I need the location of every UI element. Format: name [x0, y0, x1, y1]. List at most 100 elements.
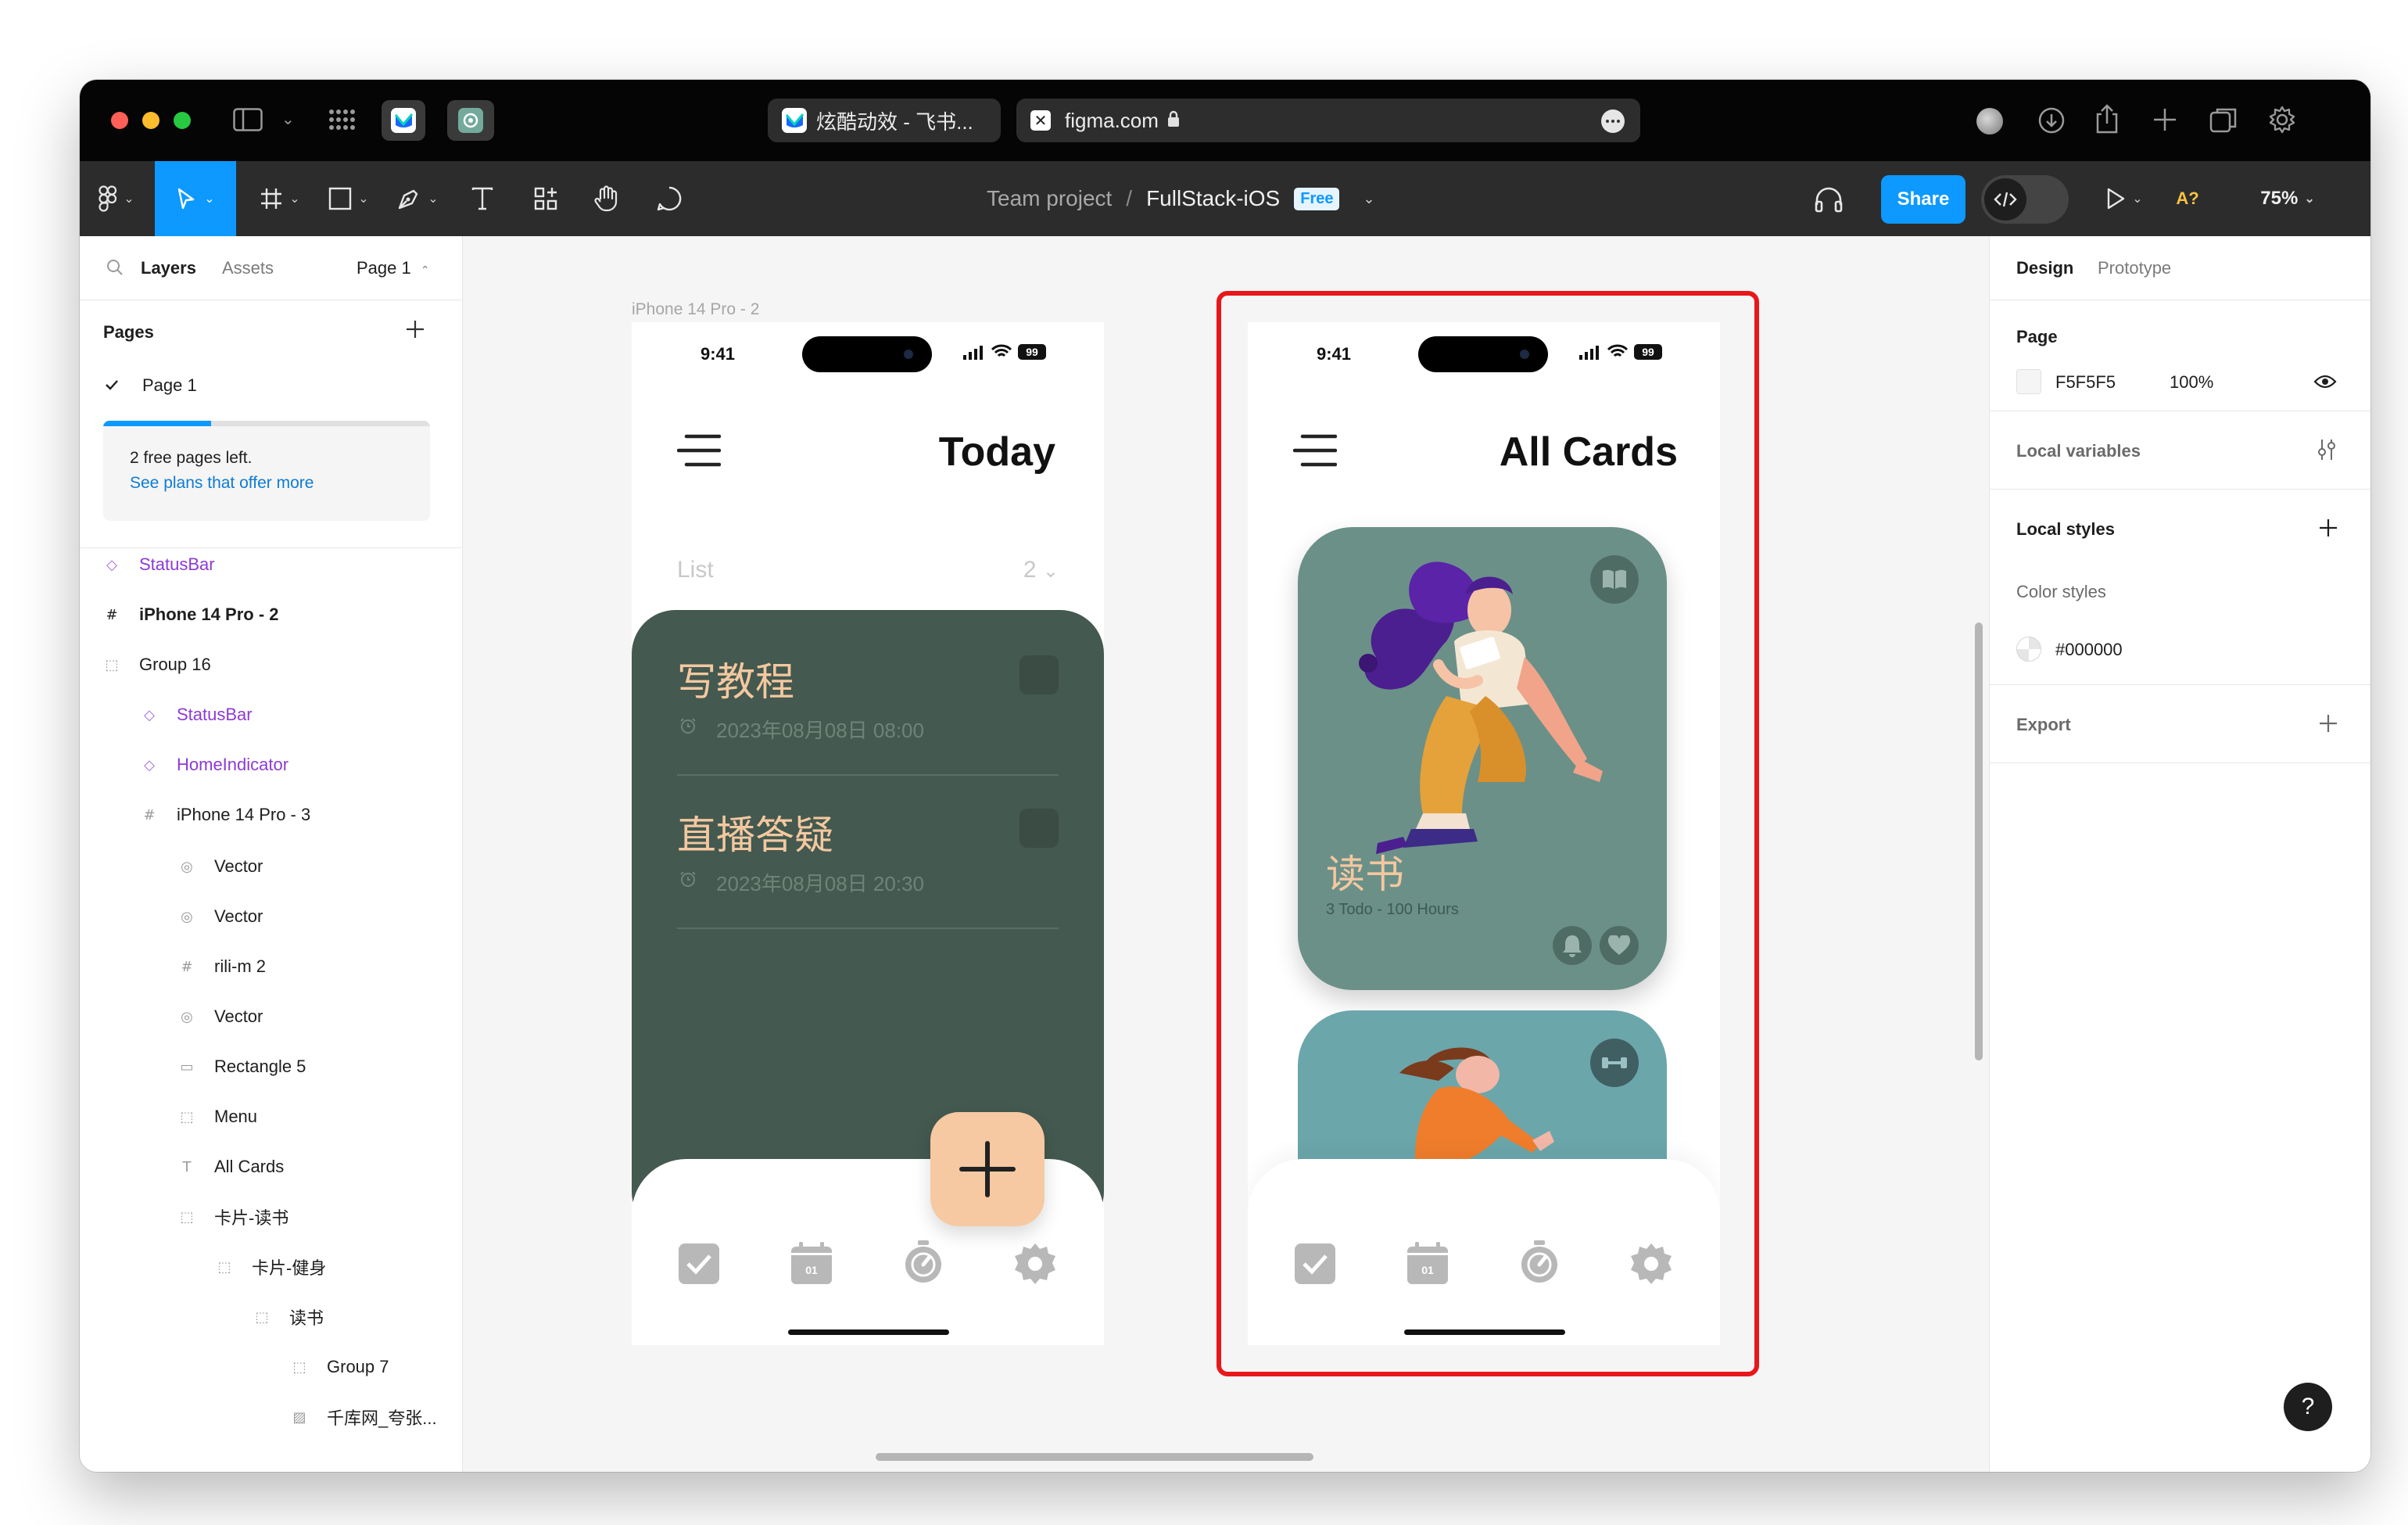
task-item[interactable]: 写教程 2023年08月08日 08:00 — [677, 651, 1059, 776]
hamburger-menu-icon[interactable] — [676, 433, 722, 472]
close-window-button[interactable] — [111, 112, 128, 129]
layer-row[interactable]: ◎ Vector — [80, 992, 462, 1042]
page-color-swatch[interactable] — [2016, 369, 2041, 394]
layer-row[interactable]: ⬚ Group 16 — [80, 640, 462, 690]
list-count[interactable]: 2 ⌄ — [1023, 557, 1059, 583]
sidebar-toggle-icon[interactable] — [233, 108, 263, 135]
team-project-link[interactable]: Team project — [987, 186, 1112, 211]
chevron-down-icon[interactable]: ⌄ — [1363, 191, 1374, 207]
horizontal-scrollbar[interactable] — [876, 1453, 1313, 1461]
layer-row[interactable]: ◇ StatusBar — [80, 540, 462, 590]
page-opacity-value[interactable]: 100% — [2170, 372, 2213, 393]
design-canvas[interactable]: iPhone 14 Pro - 2 9:41 99 Today List 2 ⌄… — [463, 236, 1989, 1472]
color-style-value[interactable]: #000000 — [2055, 640, 2123, 660]
dev-mode-toggle[interactable] — [1981, 175, 2069, 224]
layer-row[interactable]: ▭ Rectangle 5 — [80, 1042, 462, 1092]
figma-toolbar: ⌄ ⌄ ⌄ ⌄ ⌄ Team project / FullStack-iOS F… — [80, 161, 2370, 236]
cursor-icon — [178, 188, 195, 210]
present-button[interactable]: ⌄ — [2097, 161, 2152, 236]
settings-gear-icon[interactable] — [2267, 105, 2297, 138]
layer-row[interactable]: ⬚ 卡片-健身 — [80, 1242, 462, 1292]
variables-adjust-icon[interactable] — [2317, 438, 2337, 466]
text-tool[interactable] — [455, 161, 510, 236]
share-button[interactable]: Share — [1881, 175, 1965, 224]
frame-label[interactable]: iPhone 14 Pro - 2 — [632, 300, 759, 319]
feishu-pinned-tab-icon[interactable] — [382, 100, 425, 141]
page-section: Page F5F5F5 100% — [1990, 300, 2370, 411]
move-tool[interactable]: ⌄ — [155, 161, 236, 236]
layer-row[interactable]: ⬚ Group 7 — [80, 1342, 462, 1392]
page-selector[interactable]: Page 1 ⌃ — [357, 258, 430, 278]
frame-tool[interactable]: ⌄ — [250, 161, 310, 236]
download-icon[interactable] — [2037, 106, 2066, 138]
layer-row[interactable]: # iPhone 14 Pro - 3 — [80, 790, 462, 840]
page-item-page-1[interactable]: Page 1 — [80, 361, 462, 410]
tab-design[interactable]: Design — [2016, 258, 2073, 278]
vertical-scrollbar[interactable] — [1975, 623, 1983, 1060]
tab-layers[interactable]: Layers — [141, 258, 196, 278]
layer-row[interactable]: ▨ 千库网_夸张... — [80, 1392, 462, 1442]
layer-row[interactable]: ⬚ 卡片-读书 — [80, 1192, 462, 1242]
tab-overview-icon[interactable] — [2209, 106, 2238, 138]
share-icon[interactable] — [2094, 103, 2120, 138]
share-label: Share — [1897, 188, 1950, 210]
pen-tool[interactable]: ⌄ — [386, 161, 449, 236]
main-menu-button[interactable]: ⌄ — [89, 161, 144, 236]
audio-headphones-icon[interactable] — [1814, 186, 1844, 217]
new-tab-icon[interactable] — [2152, 106, 2178, 136]
chatgpt-pinned-tab-icon[interactable] — [447, 100, 494, 141]
layer-row[interactable]: ◇ HomeIndicator — [80, 740, 462, 790]
task-checkbox[interactable] — [1019, 809, 1059, 848]
task-checkbox[interactable] — [1019, 655, 1059, 694]
layer-name: Vector — [214, 906, 263, 926]
tab-title: 炫酷动效 - 飞书... — [816, 109, 973, 134]
comment-tool[interactable] — [638, 161, 701, 236]
group-icon: ⬚ — [105, 656, 119, 673]
color-style-swatch[interactable] — [2016, 637, 2041, 662]
tab-settings-icon[interactable] — [1013, 1242, 1057, 1290]
task-time: 2023年08月08日 08:00 — [716, 719, 924, 742]
layer-row[interactable]: # iPhone 14 Pro - 2 — [80, 590, 462, 640]
tab-todo-check-icon[interactable] — [679, 1243, 719, 1288]
iphone-frame-today[interactable]: 9:41 99 Today List 2 ⌄ 写教程 2023年08月08日 0… — [632, 322, 1104, 1345]
tab-assets[interactable]: Assets — [222, 258, 274, 278]
add-style-icon[interactable] — [2318, 518, 2338, 543]
chevron-down-icon[interactable]: ⌄ — [281, 109, 295, 128]
feishu-icon — [782, 108, 807, 133]
zoom-window-button[interactable] — [174, 112, 191, 129]
file-name[interactable]: FullStack-iOS — [1146, 186, 1280, 211]
layer-row[interactable]: ◎ Vector — [80, 892, 462, 942]
layer-row[interactable]: ◇ StatusBar — [80, 690, 462, 740]
tab-prototype[interactable]: Prototype — [2098, 258, 2171, 278]
layer-row[interactable]: T All Cards — [80, 1142, 462, 1192]
resources-tool[interactable] — [516, 161, 575, 236]
search-icon[interactable] — [106, 259, 124, 281]
page-color-value[interactable]: F5F5F5 — [2055, 372, 2116, 393]
layer-row[interactable]: ⬚ Menu — [80, 1092, 462, 1142]
browser-tab-feishu[interactable]: 炫酷动效 - 飞书... — [768, 99, 1001, 142]
help-button[interactable]: ? — [2284, 1383, 2332, 1431]
shape-tool[interactable]: ⌄ — [319, 161, 378, 236]
ai-check-button[interactable]: A? — [2164, 161, 2211, 236]
tab-timer-icon[interactable] — [904, 1240, 943, 1288]
layer-row[interactable]: ⬚ 读书 — [80, 1292, 462, 1342]
layer-row[interactable]: ◎ Vector — [80, 841, 462, 892]
add-export-icon[interactable] — [2318, 713, 2338, 738]
profile-avatar[interactable] — [1976, 108, 2003, 135]
task-item[interactable]: 直播答疑 2023年08月08日 20:30 — [677, 804, 1059, 929]
apps-grid-icon[interactable] — [328, 108, 355, 135]
hand-tool[interactable] — [577, 161, 636, 236]
check-icon — [105, 375, 122, 396]
home-indicator — [788, 1329, 949, 1335]
layer-name: iPhone 14 Pro - 2 — [139, 605, 279, 624]
minimize-window-button[interactable] — [142, 112, 159, 129]
more-options-icon[interactable] — [1601, 109, 1625, 133]
zoom-dropdown[interactable]: 75% ⌄ — [2241, 161, 2335, 236]
eye-visibility-icon[interactable] — [2313, 374, 2337, 394]
upsell-link[interactable]: See plans that offer more — [130, 474, 314, 493]
address-bar[interactable]: ✕ figma.com — [1016, 99, 1640, 142]
add-page-icon[interactable] — [405, 319, 425, 344]
add-task-button[interactable] — [930, 1112, 1045, 1226]
layer-row[interactable]: # rili-m 2 — [80, 942, 462, 992]
tab-calendar-icon[interactable]: 01 — [791, 1242, 832, 1284]
